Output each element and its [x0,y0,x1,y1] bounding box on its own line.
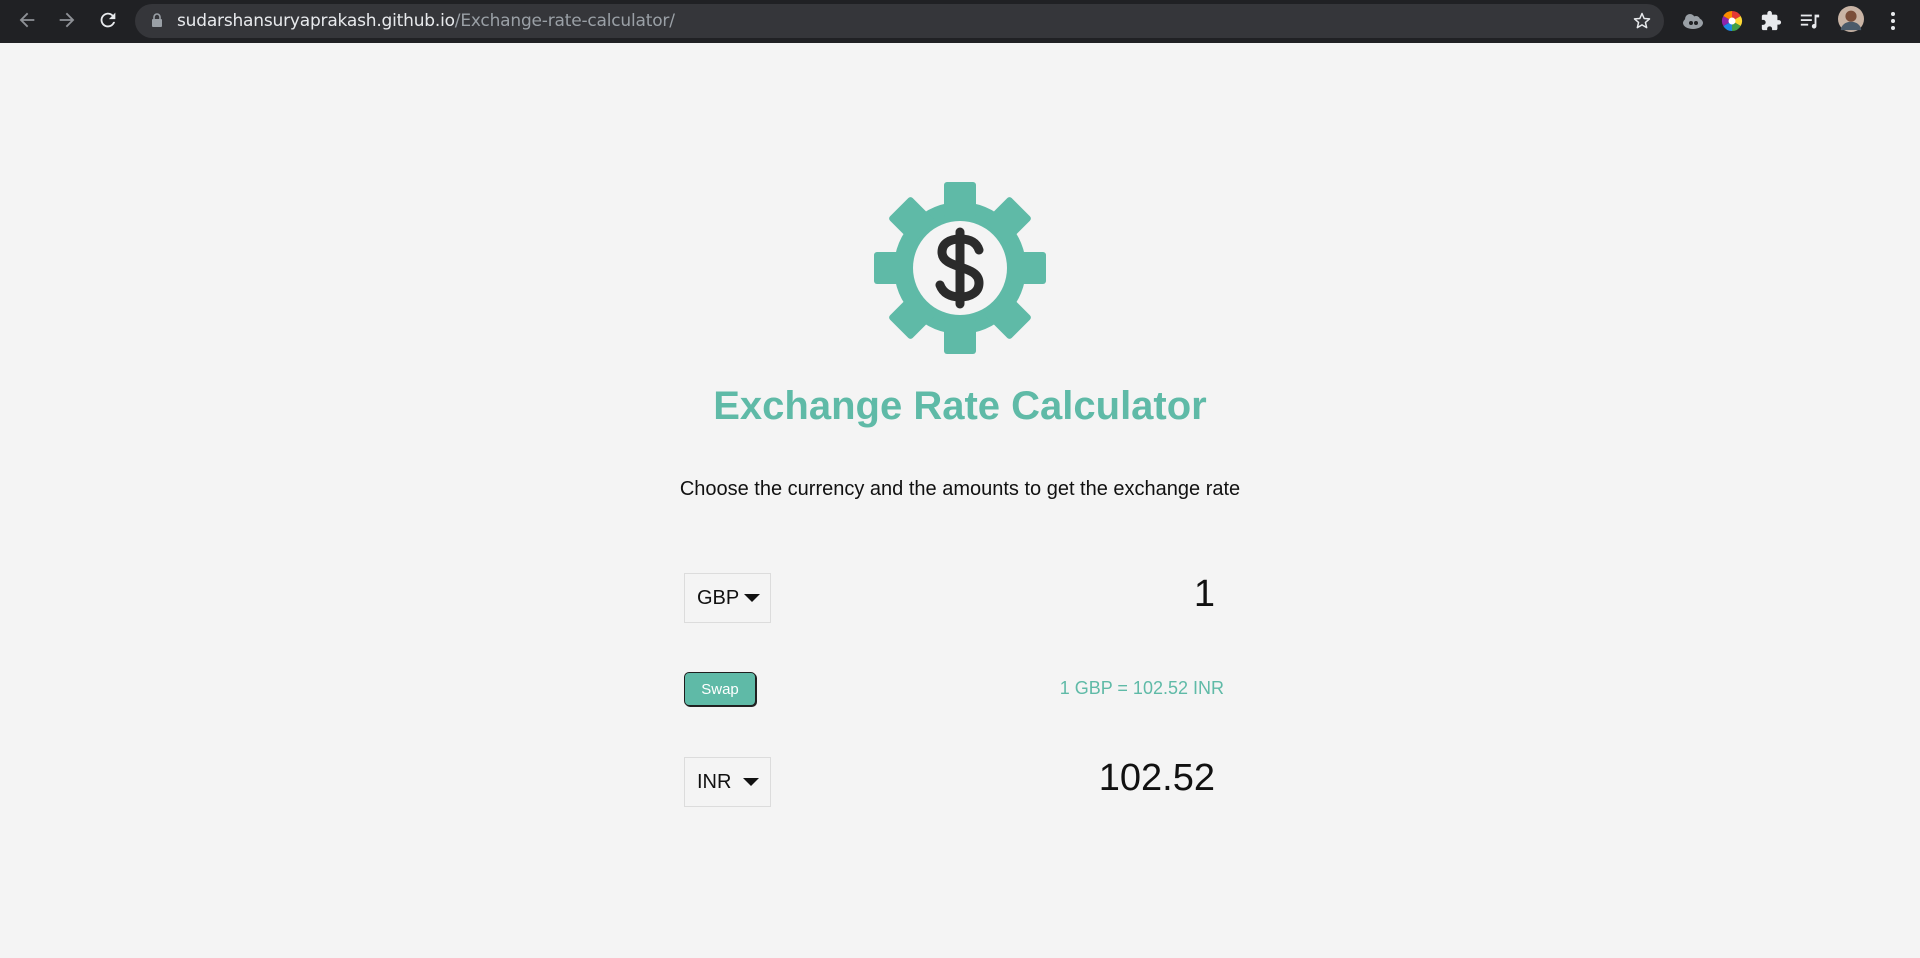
currency-two-code: INR [697,770,732,793]
color-extension-icon[interactable] [1719,8,1745,34]
amount-one-input[interactable]: 1 [1194,573,1215,616]
caret-down-icon [743,778,760,786]
amount-two-input[interactable]: 102.52 [1099,757,1215,800]
puzzle-extensions-icon[interactable] [1758,8,1784,34]
currency-two-select[interactable]: INR [684,757,771,807]
swap-button[interactable]: Swap [684,672,756,706]
url-host: sudarshansuryaprakash.github.io [177,11,455,31]
dollar-gear-icon [872,180,1048,356]
currency-one-select[interactable]: GBP [684,573,771,623]
url-path: /Exchange-rate-calculator/ [454,11,675,31]
profile-avatar[interactable] [1838,6,1864,32]
star-icon[interactable] [1632,11,1652,36]
back-arrow-icon[interactable] [15,8,39,32]
exchange-rate-text: 1 GBP = 102.52 INR [1059,678,1224,698]
page-title: Exchange Rate Calculator [713,384,1207,428]
url-text[interactable]: sudarshansuryaprakash.github.io/Exchange… [177,4,675,38]
reading-list-icon[interactable] [1797,8,1823,34]
caret-down-icon [744,594,761,602]
cloud-extension-icon[interactable] [1680,8,1706,34]
address-bar[interactable]: sudarshansuryaprakash.github.io/Exchange… [135,4,1664,38]
forward-arrow-icon[interactable] [55,8,79,32]
currency-one-code: GBP [697,586,740,609]
lock-icon[interactable] [151,13,163,33]
kebab-menu-icon[interactable] [1880,8,1906,34]
browser-toolbar: sudarshansuryaprakash.github.io/Exchange… [0,0,1920,43]
page-subtitle: Choose the currency and the amounts to g… [679,478,1241,500]
reload-icon[interactable] [96,8,120,32]
